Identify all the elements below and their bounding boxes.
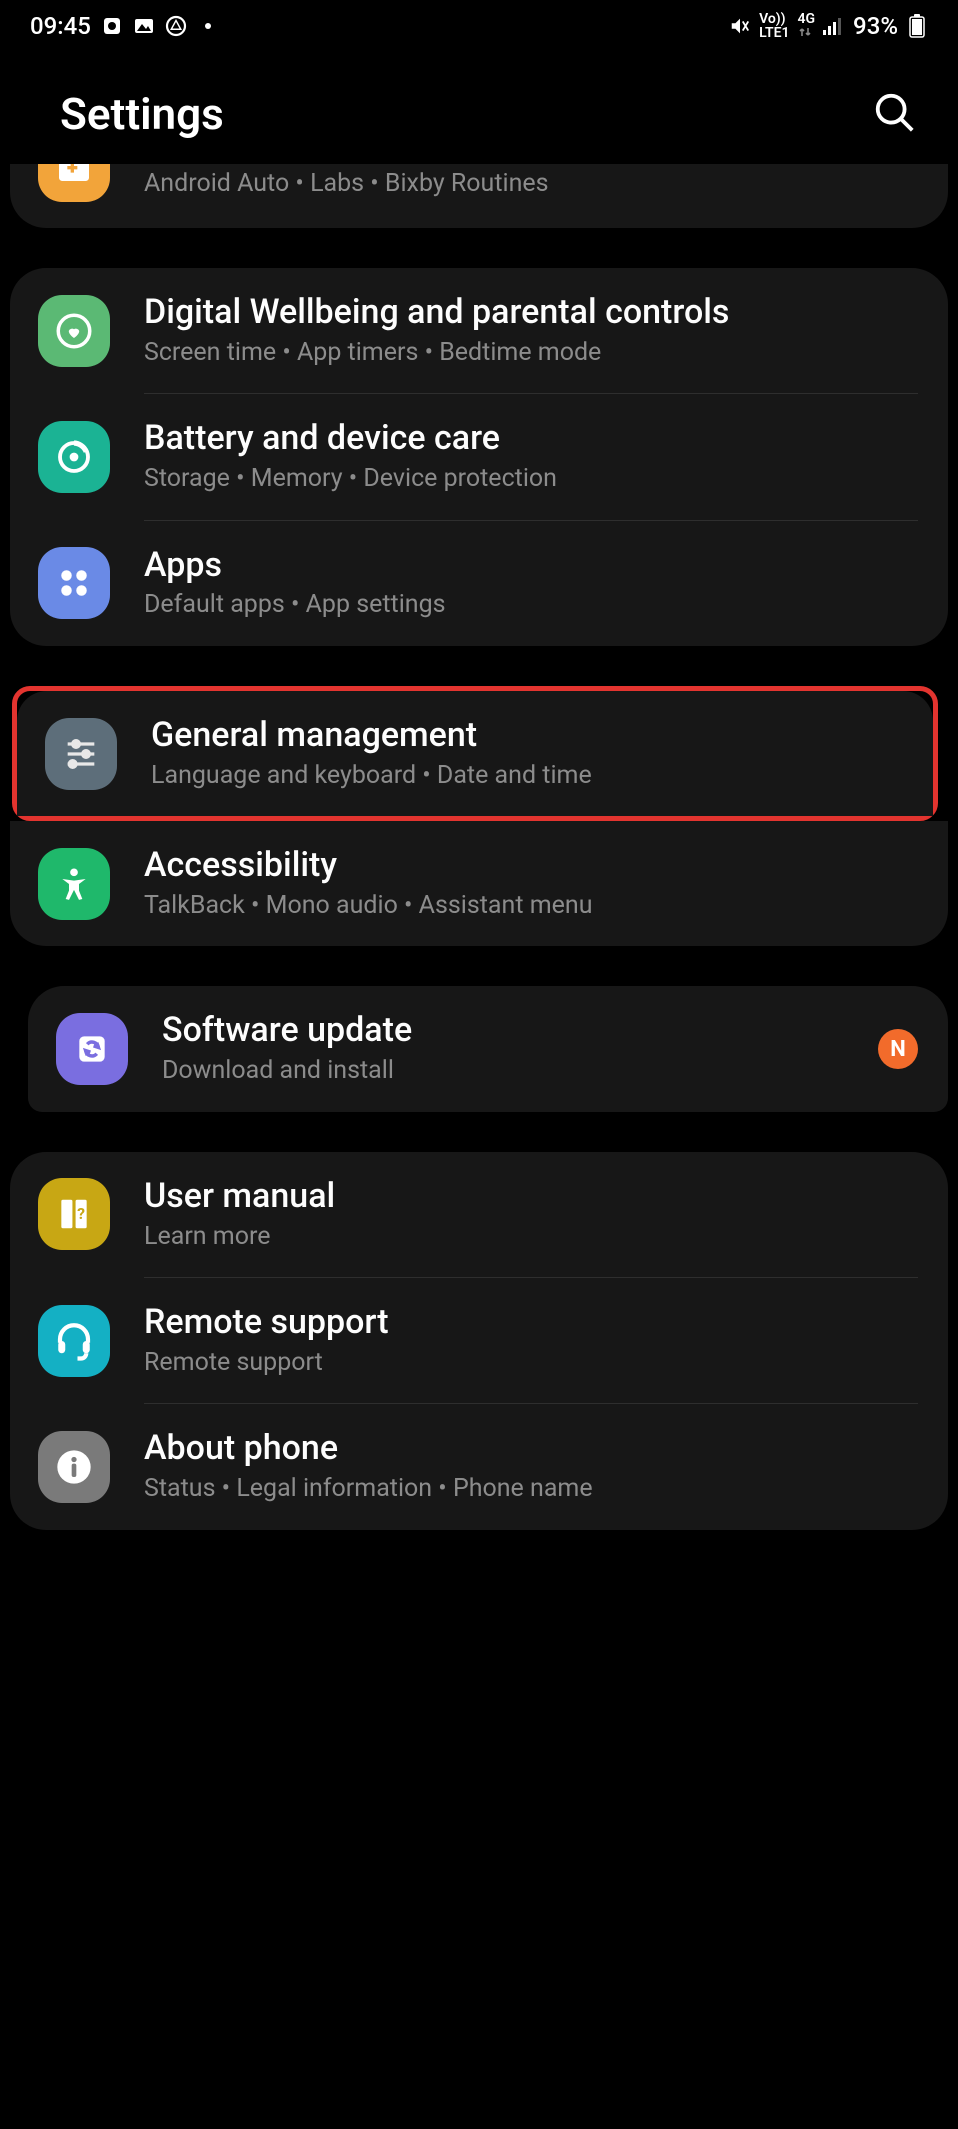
row-text: Remote support Remote support — [144, 1302, 918, 1379]
settings-group-software: Software update Download and install N — [28, 986, 948, 1111]
general-management-icon — [45, 718, 117, 790]
notif-more-icon — [197, 15, 219, 37]
notif-icon-3 — [165, 15, 187, 37]
row-subtitle: Default apps • App settings — [144, 589, 918, 622]
highlight-general-management: General management Language and keyboard… — [12, 686, 938, 821]
status-left: 09:45 — [30, 12, 219, 40]
row-apps[interactable]: Apps Default apps • App settings — [10, 521, 948, 646]
status-right: Vo)) LTE1 4G 93% — [729, 12, 928, 40]
battery-icon — [906, 15, 928, 37]
row-subtitle: Screen time • App timers • Bedtime mode — [144, 337, 918, 370]
settings-header: Settings — [0, 48, 958, 170]
row-text: Accessibility TalkBack • Mono audio • As… — [144, 845, 918, 922]
row-about-phone[interactable]: About phone Status • Legal information •… — [10, 1404, 948, 1529]
status-bar: 09:45 Vo)) LTE1 4G 93% — [0, 0, 958, 48]
search-button[interactable] — [872, 90, 918, 139]
data-arrows-icon — [798, 26, 816, 40]
notif-icon-1 — [101, 15, 123, 37]
row-text: Apps Default apps • App settings — [144, 545, 918, 622]
row-subtitle: Download and install — [162, 1055, 868, 1088]
update-badge: N — [878, 1029, 918, 1069]
row-text: About phone Status • Legal information •… — [144, 1428, 918, 1505]
settings-group-general-bottom: Accessibility TalkBack • Mono audio • As… — [10, 821, 948, 946]
status-time: 09:45 — [30, 12, 91, 40]
row-advanced-features[interactable]: Android Auto • Labs • Bixby Routines — [10, 164, 948, 228]
about-phone-icon — [38, 1431, 110, 1503]
software-update-icon — [56, 1013, 128, 1085]
settings-group-info: ? User manual Learn more Remote support … — [10, 1152, 948, 1530]
wellbeing-icon — [38, 295, 110, 367]
network-type: 4G — [798, 12, 816, 40]
row-digital-wellbeing[interactable]: Digital Wellbeing and parental controls … — [10, 268, 948, 393]
row-text: Battery and device care Storage • Memory… — [144, 418, 918, 495]
row-title: Software update — [162, 1010, 868, 1051]
row-title: Remote support — [144, 1302, 918, 1343]
row-user-manual[interactable]: ? User manual Learn more — [10, 1152, 948, 1277]
row-text: Digital Wellbeing and parental controls … — [144, 292, 918, 369]
row-title: Digital Wellbeing and parental controls — [144, 292, 918, 333]
settings-group-general-top: General management Language and keyboard… — [17, 691, 933, 816]
row-text: Software update Download and install — [162, 1010, 868, 1087]
accessibility-icon — [38, 848, 110, 920]
row-subtitle: Storage • Memory • Device protection — [144, 463, 918, 496]
row-subtitle: Remote support — [144, 1347, 918, 1380]
page-title: Settings — [60, 88, 224, 140]
volte-indicator: Vo)) LTE1 — [759, 12, 789, 40]
search-icon — [872, 124, 918, 139]
remote-support-icon — [38, 1305, 110, 1377]
row-subtitle: Language and keyboard • Date and time — [151, 760, 903, 793]
row-text: Android Auto • Labs • Bixby Routines — [144, 168, 918, 201]
mute-icon — [729, 15, 751, 37]
row-software-update[interactable]: Software update Download and install N — [28, 986, 948, 1111]
row-accessibility[interactable]: Accessibility TalkBack • Mono audio • As… — [10, 821, 948, 946]
battery-care-icon — [38, 421, 110, 493]
advanced-features-icon — [38, 164, 110, 202]
row-general-management[interactable]: General management Language and keyboard… — [17, 691, 933, 816]
battery-percent: 93% — [853, 12, 898, 40]
row-remote-support[interactable]: Remote support Remote support — [10, 1278, 948, 1403]
settings-group-device: Digital Wellbeing and parental controls … — [10, 268, 948, 646]
row-title: Apps — [144, 545, 918, 586]
row-title: General management — [151, 715, 903, 756]
apps-icon — [38, 547, 110, 619]
user-manual-icon: ? — [38, 1178, 110, 1250]
row-text: User manual Learn more — [144, 1176, 918, 1253]
settings-group-advanced: Android Auto • Labs • Bixby Routines — [10, 164, 948, 228]
row-battery-care[interactable]: Battery and device care Storage • Memory… — [10, 394, 948, 519]
signal-icon — [823, 15, 845, 37]
row-subtitle: Android Auto • Labs • Bixby Routines — [144, 168, 918, 201]
notif-icon-2 — [133, 15, 155, 37]
row-title: Battery and device care — [144, 418, 918, 459]
row-title: About phone — [144, 1428, 918, 1469]
row-subtitle: TalkBack • Mono audio • Assistant menu — [144, 890, 918, 923]
svg-text:?: ? — [77, 1204, 85, 1223]
row-subtitle: Status • Legal information • Phone name — [144, 1473, 918, 1506]
row-subtitle: Learn more — [144, 1221, 918, 1254]
row-title: Accessibility — [144, 845, 918, 886]
row-title: User manual — [144, 1176, 918, 1217]
row-text: General management Language and keyboard… — [151, 715, 903, 792]
